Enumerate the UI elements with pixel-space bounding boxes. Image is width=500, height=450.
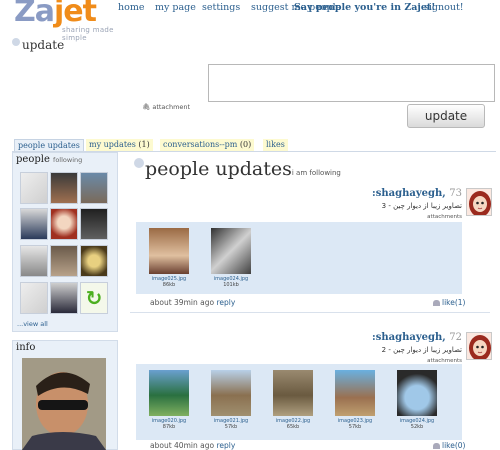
quote-icon: [12, 38, 20, 46]
attachment-link[interactable]: 🖇 attachment: [142, 103, 190, 111]
view-all-link[interactable]: ...view all: [17, 320, 48, 328]
heart-icon: [433, 300, 440, 306]
entry-text: تصاویر زیبا از دیوار چین - 3: [381, 202, 462, 210]
paperclip-icon: 🖇: [142, 103, 151, 111]
attachment-image[interactable]: image021.jpg 57kb: [211, 370, 251, 430]
person-thumb[interactable]: ↻: [80, 282, 108, 314]
like-button[interactable]: like(0): [433, 441, 465, 450]
nav-home[interactable]: home: [118, 2, 144, 13]
person-thumb[interactable]: [80, 172, 108, 204]
avatar[interactable]: [466, 332, 492, 360]
entry-divider: [130, 312, 490, 313]
attachment-image[interactable]: image022.jpg 65kb: [273, 370, 313, 430]
person-thumb[interactable]: [20, 172, 48, 204]
person-thumb[interactable]: [20, 282, 48, 314]
person-thumb[interactable]: [80, 245, 108, 277]
attachment-image[interactable]: image020.jpg 87kb: [149, 370, 189, 430]
update-input[interactable]: [208, 64, 495, 102]
heart-icon: [433, 443, 440, 449]
entry-text: تصاویر زیبا از دیوار چین - 2: [381, 346, 462, 354]
attachment-image[interactable]: image025.jpg 86kb: [149, 228, 189, 288]
person-thumb[interactable]: [50, 172, 78, 204]
profile-photo: [22, 358, 106, 450]
attachment-image[interactable]: image023.jpg 57kb: [335, 370, 375, 430]
entry-attachments-label: attachments: [427, 214, 462, 220]
entry-meta: about 40min ago reply: [150, 441, 236, 450]
entry-author[interactable]: :shaghayegh, 72: [372, 332, 462, 343]
reply-link[interactable]: reply: [216, 298, 235, 307]
person-thumb[interactable]: [20, 208, 48, 240]
composer-title: update: [12, 38, 64, 52]
nav-my-page[interactable]: my page: [155, 2, 196, 13]
nav-signout[interactable]: signout!: [424, 2, 464, 13]
person-thumb[interactable]: [50, 245, 78, 277]
reply-link[interactable]: reply: [216, 441, 235, 450]
entry-author[interactable]: :shaghayegh, 73: [372, 188, 462, 199]
person-thumb[interactable]: [80, 208, 108, 240]
people-heading: people following: [16, 154, 83, 165]
entry-meta: about 39min ago reply: [150, 298, 236, 307]
tagline: sharing made simple: [62, 26, 114, 42]
attachment-image[interactable]: image024.jpg 52kb: [397, 370, 437, 430]
page-title: people updatesi am following: [134, 158, 341, 180]
nav-invite-cta[interactable]: Say people you're in Zajet!: [294, 2, 435, 13]
update-button[interactable]: update: [407, 104, 485, 128]
person-thumb[interactable]: [20, 245, 48, 277]
attachment-image[interactable]: image024.jpg 101kb: [211, 228, 251, 288]
zajet-logo[interactable]: Zajet sharing made simple: [6, 0, 124, 42]
like-button[interactable]: like(1): [433, 298, 465, 307]
nav-settings[interactable]: settings: [202, 2, 240, 13]
avatar[interactable]: [466, 188, 492, 216]
person-thumb[interactable]: [50, 208, 78, 240]
quote-icon: [134, 158, 144, 168]
refresh-icon: ↻: [85, 286, 103, 310]
person-thumb[interactable]: [50, 282, 78, 314]
info-heading: info: [16, 342, 36, 353]
